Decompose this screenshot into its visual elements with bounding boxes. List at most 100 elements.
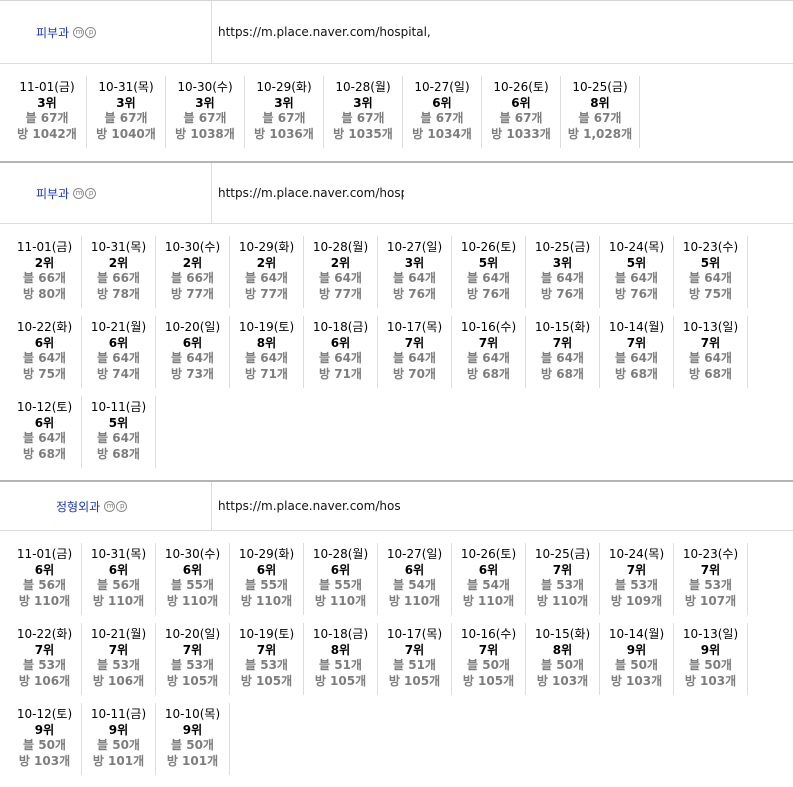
day-cell: 10-29(화) 6위 블 55개 방 110개	[230, 543, 304, 615]
mobile-icon: m	[73, 187, 85, 199]
visitor-review-count: 방 75개	[23, 366, 66, 381]
visitor-review-count: 방 77개	[171, 286, 214, 301]
blog-count: 블 56개	[23, 578, 66, 592]
day-rank: 6위	[256, 562, 277, 577]
day-cell: 10-13(일) 7위 블 64개 방 68개	[674, 316, 748, 388]
section-header: 정형외과 mp https://m.place.naver.com/hospit…	[0, 482, 793, 531]
place-url[interactable]: https://m.place.naver.com/hospital	[218, 186, 404, 200]
day-date: 10-26(토)	[460, 547, 517, 561]
day-date: 10-28(월)	[312, 240, 369, 254]
blog-count: 블 64개	[245, 351, 288, 365]
day-row: 11-01(금) 2위 블 66개 방 80개 10-31(목) 2위 블 66개 방 78개…	[8, 236, 793, 316]
day-row: 11-01(금) 6위 블 56개 방 110개 10-31(목) 6위 블 56개 방 11…	[8, 543, 793, 623]
blog-count: 블 64개	[245, 271, 288, 285]
day-rank: 6위	[34, 562, 55, 577]
url-cell: https://m.place.naver.com/hospital,	[212, 1, 793, 63]
blog-count: 블 50개	[615, 658, 658, 672]
day-cell: 10-19(토) 8위 블 64개 방 71개	[230, 316, 304, 388]
day-cell: 10-22(화) 6위 블 64개 방 75개	[8, 316, 82, 388]
visitor-review-count: 방 68개	[467, 366, 510, 381]
day-rank: 7위	[108, 642, 129, 657]
visitor-review-count: 방 106개	[18, 673, 71, 688]
day-rank: 2위	[182, 255, 203, 270]
visitor-review-count: 방 110개	[536, 593, 589, 608]
day-date: 10-22(화)	[16, 627, 73, 641]
day-date: 10-21(월)	[90, 627, 147, 641]
day-date: 10-12(토)	[16, 707, 73, 721]
day-date: 10-21(월)	[90, 320, 147, 334]
visitor-review-count: 방 103개	[610, 673, 663, 688]
day-cell: 10-28(월) 2위 블 64개 방 77개	[304, 236, 378, 308]
blog-count: 블 64개	[171, 351, 214, 365]
day-date: 10-16(수)	[460, 627, 517, 641]
day-date: 10-25(금)	[534, 240, 591, 254]
place-url[interactable]: https://m.place.naver.com/hospita	[218, 499, 400, 513]
day-cell: 10-24(목) 7위 블 53개 방 109개	[600, 543, 674, 615]
day-date: 10-18(금)	[312, 320, 369, 334]
blog-count: 블 55개	[245, 578, 288, 592]
blog-count: 블 64개	[615, 351, 658, 365]
day-rank: 9위	[34, 722, 55, 737]
day-rank: 6위	[108, 335, 129, 350]
day-rank: 8위	[590, 95, 610, 110]
rank-section: 정형외과 mp https://m.place.naver.com/hospit…	[0, 480, 793, 784]
day-cell: 10-26(토) 5위 블 64개 방 76개	[452, 236, 526, 308]
day-cell: 11-01(금) 3위 블 67개 방 1042개	[8, 76, 87, 148]
day-row: 10-12(토) 6위 블 64개 방 68개 10-11(금) 5위 블 64개 방 68개	[8, 396, 793, 476]
day-cell: 10-12(토) 9위 블 50개 방 103개	[8, 703, 82, 775]
visitor-review-count: 방 76개	[467, 286, 510, 301]
visitor-review-count: 방 107개	[684, 593, 737, 608]
day-date: 10-30(수)	[164, 547, 221, 561]
day-cell: 10-13(일) 9위 블 50개 방 103개	[674, 623, 748, 695]
blog-count: 블 64개	[319, 271, 362, 285]
blog-count: 블 55개	[171, 578, 214, 592]
mobile-icon: m	[73, 26, 85, 38]
category-link[interactable]: 피부과	[36, 185, 69, 202]
visitor-review-count: 방 76개	[541, 286, 584, 301]
blog-count: 블 67개	[420, 111, 464, 125]
day-cell: 11-01(금) 2위 블 66개 방 80개	[8, 236, 82, 308]
day-rank: 7위	[700, 562, 721, 577]
visitor-review-count: 방 101개	[166, 753, 219, 768]
category-link[interactable]: 정형외과	[56, 498, 100, 515]
blog-count: 블 50개	[467, 658, 510, 672]
visitor-review-count: 방 103개	[536, 673, 589, 688]
day-rank: 7위	[552, 562, 573, 577]
blog-count: 블 50개	[689, 658, 732, 672]
blog-count: 블 50개	[541, 658, 584, 672]
category-link[interactable]: 피부과	[36, 24, 69, 41]
visitor-review-count: 방 110개	[166, 593, 219, 608]
mobile-icon: m	[104, 500, 116, 512]
day-rank: 7위	[404, 642, 425, 657]
place-url[interactable]: https://m.place.naver.com/hospital,	[218, 25, 431, 39]
day-date: 10-15(화)	[534, 320, 591, 334]
day-rank: 7위	[552, 335, 573, 350]
blog-count: 블 53개	[245, 658, 288, 672]
day-cell: 10-18(금) 6위 블 64개 방 71개	[304, 316, 378, 388]
blog-count: 블 64개	[615, 271, 658, 285]
visitor-review-count: 방 1033개	[491, 126, 551, 141]
visitor-review-count: 방 68개	[615, 366, 658, 381]
day-date: 10-30(수)	[164, 240, 221, 254]
visitor-review-count: 방 105개	[166, 673, 219, 688]
day-date: 10-10(목)	[164, 707, 221, 721]
day-rank: 7위	[404, 335, 425, 350]
rank-report: 피부과 mp https://m.place.naver.com/hospita…	[0, 0, 793, 787]
visitor-review-count: 방 68개	[97, 446, 140, 461]
pc-icon: p	[116, 500, 128, 512]
day-date: 10-29(화)	[256, 80, 312, 94]
visitor-review-count: 방 70개	[393, 366, 436, 381]
blog-count: 블 64개	[23, 351, 66, 365]
rank-section: 피부과 mp https://m.place.naver.com/hospita…	[0, 0, 793, 161]
visitor-review-count: 방 110개	[240, 593, 293, 608]
day-date: 10-13(일)	[682, 320, 739, 334]
day-rank: 3위	[37, 95, 57, 110]
blog-count: 블 53개	[97, 658, 140, 672]
visitor-review-count: 방 80개	[23, 286, 66, 301]
visitor-review-count: 방 73개	[171, 366, 214, 381]
day-date: 10-20(일)	[164, 627, 221, 641]
blog-count: 블 56개	[97, 578, 140, 592]
section-header: 피부과 mp https://m.place.naver.com/hospita…	[0, 163, 793, 224]
visitor-review-count: 방 110개	[388, 593, 441, 608]
visitor-review-count: 방 76개	[393, 286, 436, 301]
